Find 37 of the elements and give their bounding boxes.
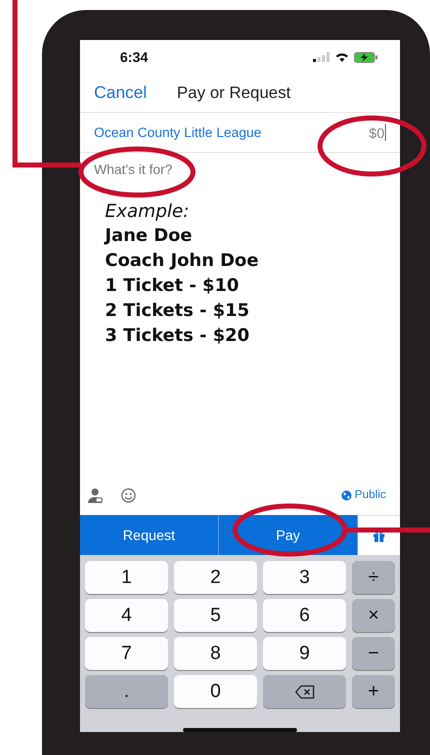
amount-field[interactable]: $0 [368,124,386,141]
example-line: 3 Tickets - $20 [105,325,250,348]
clock-time: 6:34 [120,49,148,65]
digit-key[interactable]: 1 [85,561,168,594]
digit-key[interactable]: 4 [85,599,168,632]
screen-title: Pay or Request [176,84,291,102]
digit-key[interactable]: 3 [263,561,346,594]
wifi-icon [335,52,349,62]
digit-key[interactable]: 8 [174,637,257,670]
operator-key[interactable]: + [352,675,395,708]
person-icon[interactable] [88,488,103,502]
gift-icon [373,530,385,542]
digit-key[interactable]: 9 [263,637,346,670]
example-heading: Example: [105,200,190,224]
digit-key[interactable]: 2 [174,561,257,594]
backspace-icon [294,684,314,698]
action-button[interactable]: Request [80,515,219,555]
signal-icon [313,52,330,62]
example-line: Coach John Doe [105,250,260,273]
operator-key[interactable]: − [352,637,395,670]
digit-key[interactable]: 7 [85,637,168,670]
operator-key[interactable]: ÷ [352,561,395,594]
cancel-button[interactable]: Cancel [94,83,147,103]
privacy-button[interactable]: Public [340,489,386,501]
digit-key[interactable]: 6 [263,599,346,632]
digit-key[interactable]: 0 [174,675,257,708]
delete-key[interactable] [263,675,346,708]
recipient-name[interactable]: Ocean County Little League [94,125,262,140]
operator-key[interactable]: × [352,599,395,632]
digit-key[interactable]: 5 [174,599,257,632]
emoji-icon[interactable] [121,488,136,502]
operator-key[interactable]: . [85,675,168,708]
example-line: 2 Tickets - $15 [105,300,250,323]
globe-icon [340,490,352,500]
example-line: Jane Doe [105,225,194,248]
battery-charging-icon [354,52,378,62]
example-line: 1 Ticket - $10 [105,275,240,298]
